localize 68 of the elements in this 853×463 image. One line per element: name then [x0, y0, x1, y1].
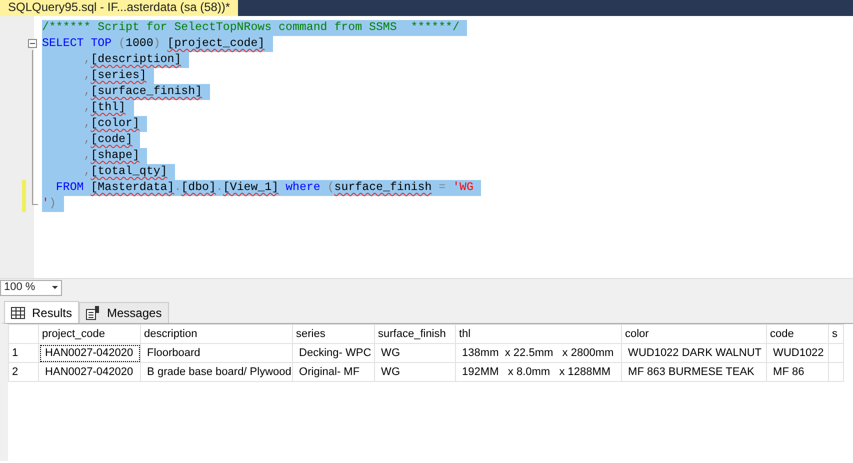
- code-punctuation: ,: [82, 133, 91, 146]
- table-cell: WG: [374, 344, 456, 362]
- table-cell: WG: [374, 362, 456, 382]
- column-header[interactable]: series: [292, 324, 374, 344]
- code-identifier: [series]: [90, 69, 146, 82]
- row-number[interactable]: 2: [8, 362, 38, 382]
- code-identifier: surface_finish: [334, 181, 432, 194]
- column-header[interactable]: description: [140, 324, 292, 344]
- result-tab[interactable]: Results: [4, 301, 80, 323]
- sql-keyword: SELECT TOP: [42, 37, 113, 50]
- result-tab[interactable]: Messages: [79, 302, 169, 323]
- code-punctuation: (: [118, 37, 126, 50]
- code-punctuation: ): [48, 197, 56, 210]
- code-punctuation: ,: [82, 165, 91, 178]
- code-identifier: [color]: [90, 117, 140, 130]
- table-cell: Decking- WPC: [292, 344, 374, 362]
- table-cell: 192MM x 8.0mm x 1288MM: [456, 362, 622, 382]
- row-header-corner: [8, 324, 38, 344]
- fold-line-end: [32, 204, 38, 205]
- code-punctuation: (: [327, 181, 334, 194]
- code-punctuation: ): [153, 37, 162, 50]
- column-header[interactable]: s: [828, 324, 844, 344]
- code-identifier: [surface_finish]: [90, 85, 202, 98]
- code-identifier: [project_code]: [167, 37, 265, 50]
- code-punctuation: ,: [82, 101, 91, 114]
- table-cell: B grade base board/ Plywood: [140, 362, 292, 382]
- code-identifier: [description]: [90, 53, 182, 66]
- table-cell: MF 863 BURMESE TEAK: [622, 362, 766, 382]
- code-punctuation: .: [216, 181, 223, 194]
- column-header[interactable]: thl: [456, 324, 622, 344]
- table-cell: 138mm x 22.5mm x 2800mm: [456, 344, 622, 362]
- code-punctuation: .: [174, 181, 182, 194]
- code-identifier: [code]: [90, 133, 132, 146]
- column-header[interactable]: color: [622, 324, 766, 344]
- code-punctuation: ,: [82, 69, 91, 82]
- code-string: ': [42, 197, 49, 210]
- code-comment: /****** Script for SelectTopNRows command from SSMS ******/: [42, 21, 460, 34]
- sql-keyword: FROM: [54, 181, 85, 194]
- code-identifier: [Masterdata]: [90, 181, 174, 194]
- table-cell: WUD1022: [766, 344, 828, 362]
- table-cell: Original- MF: [292, 362, 374, 382]
- column-header[interactable]: code: [766, 324, 828, 344]
- code-string: 'WG: [452, 181, 474, 194]
- code-identifier: [dbo]: [181, 181, 216, 194]
- code-punctuation: =: [438, 181, 447, 194]
- code-punctuation: ,: [82, 117, 91, 130]
- zoom-dropdown[interactable]: 100 %: [0, 280, 62, 296]
- code-identifier: [thl]: [90, 101, 126, 114]
- table-cell: HAN0027-042020: [38, 362, 140, 382]
- sql-keyword: where: [284, 181, 322, 194]
- table-cell: Floorboard: [140, 344, 292, 362]
- collapse-icon[interactable]: [28, 39, 37, 48]
- code-identifier: [total_qty]: [90, 165, 168, 178]
- code-punctuation: ,: [82, 85, 91, 98]
- document-icon: [86, 306, 100, 320]
- code-number: 1000: [126, 37, 154, 50]
- table-cell: HAN0027-042020: [38, 344, 140, 362]
- document-tab[interactable]: SQLQuery95.sql - IF...asterdata (sa (58))*: [0, 0, 238, 16]
- grid-icon: [11, 306, 25, 318]
- code-punctuation: ,: [82, 53, 91, 66]
- code-identifier: [View_1]: [222, 181, 279, 194]
- column-header[interactable]: surface_finish: [374, 324, 456, 344]
- row-number[interactable]: 1: [8, 344, 38, 362]
- code-punctuation: ,: [82, 149, 91, 162]
- column-header[interactable]: project_code: [38, 324, 140, 344]
- table-cell: WUD1022 DARK WALNUT: [622, 344, 766, 362]
- table-cell: MF 86: [766, 362, 828, 382]
- code-identifier: [shape]: [90, 149, 140, 162]
